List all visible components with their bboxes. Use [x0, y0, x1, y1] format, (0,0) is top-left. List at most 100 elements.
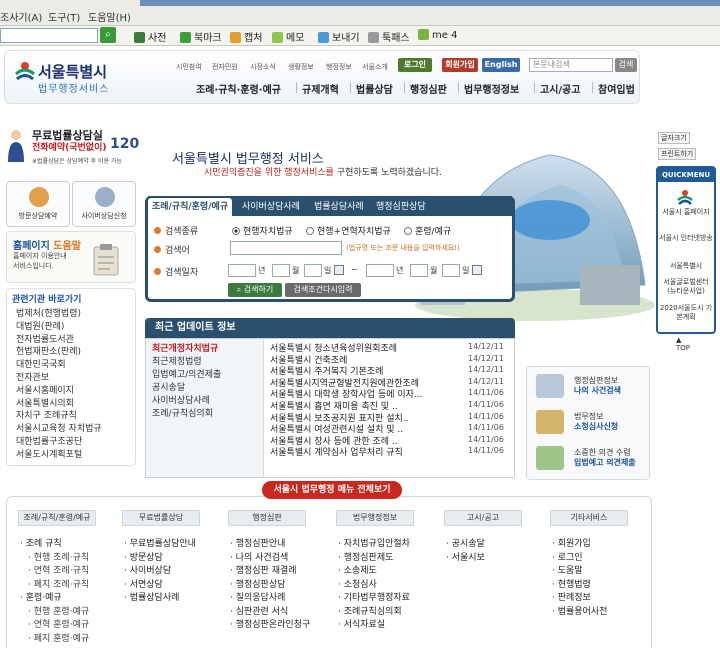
quick-item-global[interactable]: 서울글로벌센터 (뉴타운사업)	[658, 278, 714, 296]
sitemap-link[interactable]: · 소송제도	[338, 563, 377, 576]
sitemap-column-header[interactable]: 조례/규칙/훈령/예규	[18, 510, 96, 526]
sitemap-link[interactable]: · 심판관련 서식	[230, 604, 288, 617]
sitemap-link[interactable]: · 사이버상담	[124, 563, 171, 576]
english-button[interactable]: English	[482, 58, 520, 72]
font-size-button[interactable]: 글자크기	[658, 132, 690, 144]
sitemap-link[interactable]: · 행정심판온라인청구	[230, 617, 310, 630]
util-link[interactable]: 행정정보	[326, 62, 352, 72]
menu-view[interactable]: 조사기(A)	[0, 9, 42, 24]
sitemap-link[interactable]: · 자치법규입안절차	[338, 536, 410, 549]
sitemap-link[interactable]: · 연혁 훈령·예규	[28, 617, 89, 630]
sitemap-link[interactable]: · 소청심사	[338, 577, 377, 590]
to-month-input[interactable]	[410, 264, 428, 277]
sitemap-link[interactable]: · 로그인	[552, 550, 583, 563]
sitemap-link[interactable]: · 회원가입	[552, 536, 591, 549]
sitemap-link[interactable]: · 법률상담사례	[124, 590, 179, 603]
address-bar[interactable]	[0, 28, 98, 43]
toolpass-button[interactable]: 툭패스	[368, 29, 410, 44]
top-button[interactable]: ▲ TOP	[676, 336, 690, 352]
sitemap-link[interactable]: · 법률용어사전	[552, 604, 607, 617]
reset-button[interactable]: 검색조건다시입력	[285, 283, 361, 297]
site-search-input[interactable]: 본문내검색	[529, 58, 613, 72]
calendar-icon[interactable]	[334, 265, 344, 275]
sitemap-link[interactable]: · 폐지 조례·규칙	[28, 577, 89, 590]
search-go-icon[interactable]: ⌕	[100, 27, 116, 43]
sitemap-column-header[interactable]: 기타서비스	[550, 510, 628, 526]
banner-opinion[interactable]: 소중한 의견 수렴 입법예고 의견제출	[574, 448, 636, 468]
sitemap-link[interactable]: · 공시송달	[446, 536, 485, 549]
site-search-button[interactable]: 검색	[615, 58, 637, 72]
gnav-notice[interactable]: 고시/공고	[540, 81, 580, 96]
related-link[interactable]: 서울도시계획포털	[16, 447, 82, 460]
sitemap-link[interactable]: · 판례정보	[552, 590, 591, 603]
print-button[interactable]: 프린트하기	[658, 148, 697, 160]
tab-ordinance[interactable]: 조례/규칙/훈령/예규	[148, 198, 232, 216]
keyword-input[interactable]	[230, 241, 342, 255]
quick-item-seoul[interactable]: 서울특별시	[658, 262, 714, 271]
util-link[interactable]: 시정소식	[250, 62, 276, 72]
gnav-legal-info[interactable]: 법무행정정보	[464, 81, 519, 96]
gnav-ordinance[interactable]: 조례·규칙·훈령·예규	[196, 81, 281, 96]
sitemap-link[interactable]: · 도움말	[552, 563, 583, 576]
to-year-input[interactable]	[366, 264, 394, 277]
sitemap-link[interactable]: · 연혁 조례·규칙	[28, 563, 89, 576]
util-link[interactable]: 서울소개	[362, 62, 388, 72]
util-link[interactable]: 시민참여	[176, 62, 202, 72]
recent-category[interactable]: 최근개정자치법규	[152, 341, 218, 354]
join-button[interactable]: 회원가입	[442, 58, 478, 72]
sitemap-link[interactable]: · 현행법령	[552, 577, 591, 590]
sitemap-link[interactable]: · 무료법률상담안내	[124, 536, 196, 549]
sitemap-link[interactable]: · 훈령·예규	[20, 590, 62, 603]
from-year-input[interactable]	[228, 264, 256, 277]
related-link[interactable]: 전자관보	[16, 370, 49, 383]
sitemap-link[interactable]: · 폐지 훈령·예규	[28, 631, 89, 644]
recent-category[interactable]: 공시송달	[152, 380, 185, 393]
gnav-admin-trial[interactable]: 행정심판	[410, 81, 447, 96]
sitemap-link[interactable]: · 행정심판제도	[338, 550, 393, 563]
logo-title[interactable]: 서울특별시	[38, 61, 107, 82]
menu-tools[interactable]: 도구(T)	[48, 9, 80, 24]
related-link[interactable]: 법제처(현행법령)	[16, 306, 81, 319]
capture-button[interactable]: 캡처	[230, 29, 262, 44]
sitemap-link[interactable]: · 조례 규칙	[20, 536, 62, 549]
quick-item-tv[interactable]: 서울시 인터넷방송	[658, 234, 714, 243]
related-link[interactable]: 서울시교육청 자치법규	[16, 421, 102, 434]
related-link[interactable]: 대법원(판례)	[16, 319, 64, 332]
util-link[interactable]: 전자민원	[212, 62, 238, 72]
radio-directive[interactable]: 훈령/예규	[404, 224, 451, 237]
send-button[interactable]: 보내기	[318, 29, 360, 44]
sitemap-link[interactable]: · 질의응답사례	[230, 590, 285, 603]
banner-case-search[interactable]: 행정심판정보 나의 사건검색	[574, 376, 621, 396]
from-month-input[interactable]	[272, 264, 290, 277]
related-link[interactable]: 자치구 조례규칙	[16, 408, 77, 421]
quick-item-plan[interactable]: 2020서울도시 기본계획	[658, 304, 714, 322]
calendar-icon[interactable]	[472, 265, 482, 275]
recent-category[interactable]: 입법예고/의견제출	[152, 367, 221, 380]
recent-category[interactable]: 조례/규칙심의회	[152, 406, 213, 419]
cyber-consult-button[interactable]: 사이버상담신청	[72, 181, 136, 227]
related-link[interactable]: 대한민국국회	[16, 357, 66, 370]
login-button[interactable]: 로그인	[398, 58, 432, 72]
sitemap-link[interactable]: · 서식자료실	[338, 617, 385, 630]
tab-cyber-cases[interactable]: 사이버상담사례	[242, 199, 300, 215]
sitemap-column-header[interactable]: 무료법률상담	[122, 510, 200, 526]
radio-current[interactable]: 현행자치법규	[232, 224, 293, 237]
from-day-input[interactable]	[304, 264, 322, 277]
sitemap-link[interactable]: · 기타법무행정자료	[338, 590, 410, 603]
sitemap-column-header[interactable]: 행정심판	[228, 510, 306, 526]
sitemap-link[interactable]: · 행정심판안내	[230, 536, 285, 549]
sitemap-column-header[interactable]: 법무행정정보	[336, 510, 414, 526]
related-link[interactable]: 서울시홈페이지	[16, 383, 74, 396]
tab-trial-consult[interactable]: 행정심판상담	[376, 199, 426, 215]
sitemap-link[interactable]: · 행정심판상담	[230, 577, 285, 590]
related-link[interactable]: 서울특별시의회	[16, 396, 74, 409]
radio-history[interactable]: 현행+연혁자치법규	[306, 224, 391, 237]
gnav-legal-consult[interactable]: 법률상담	[356, 81, 393, 96]
sitemap-link[interactable]: · 행정심판 재결례	[230, 563, 297, 576]
browser-tabstrip[interactable]	[140, 0, 720, 6]
menu-help[interactable]: 도움말(H)	[88, 9, 131, 24]
related-link[interactable]: 헌법재판소(판례)	[16, 344, 81, 357]
sitemap-link[interactable]: · 조례규칙심의회	[338, 604, 402, 617]
bookmark-button[interactable]: 북마크	[180, 29, 222, 44]
sitemap-link[interactable]: · 방문상담	[124, 550, 163, 563]
